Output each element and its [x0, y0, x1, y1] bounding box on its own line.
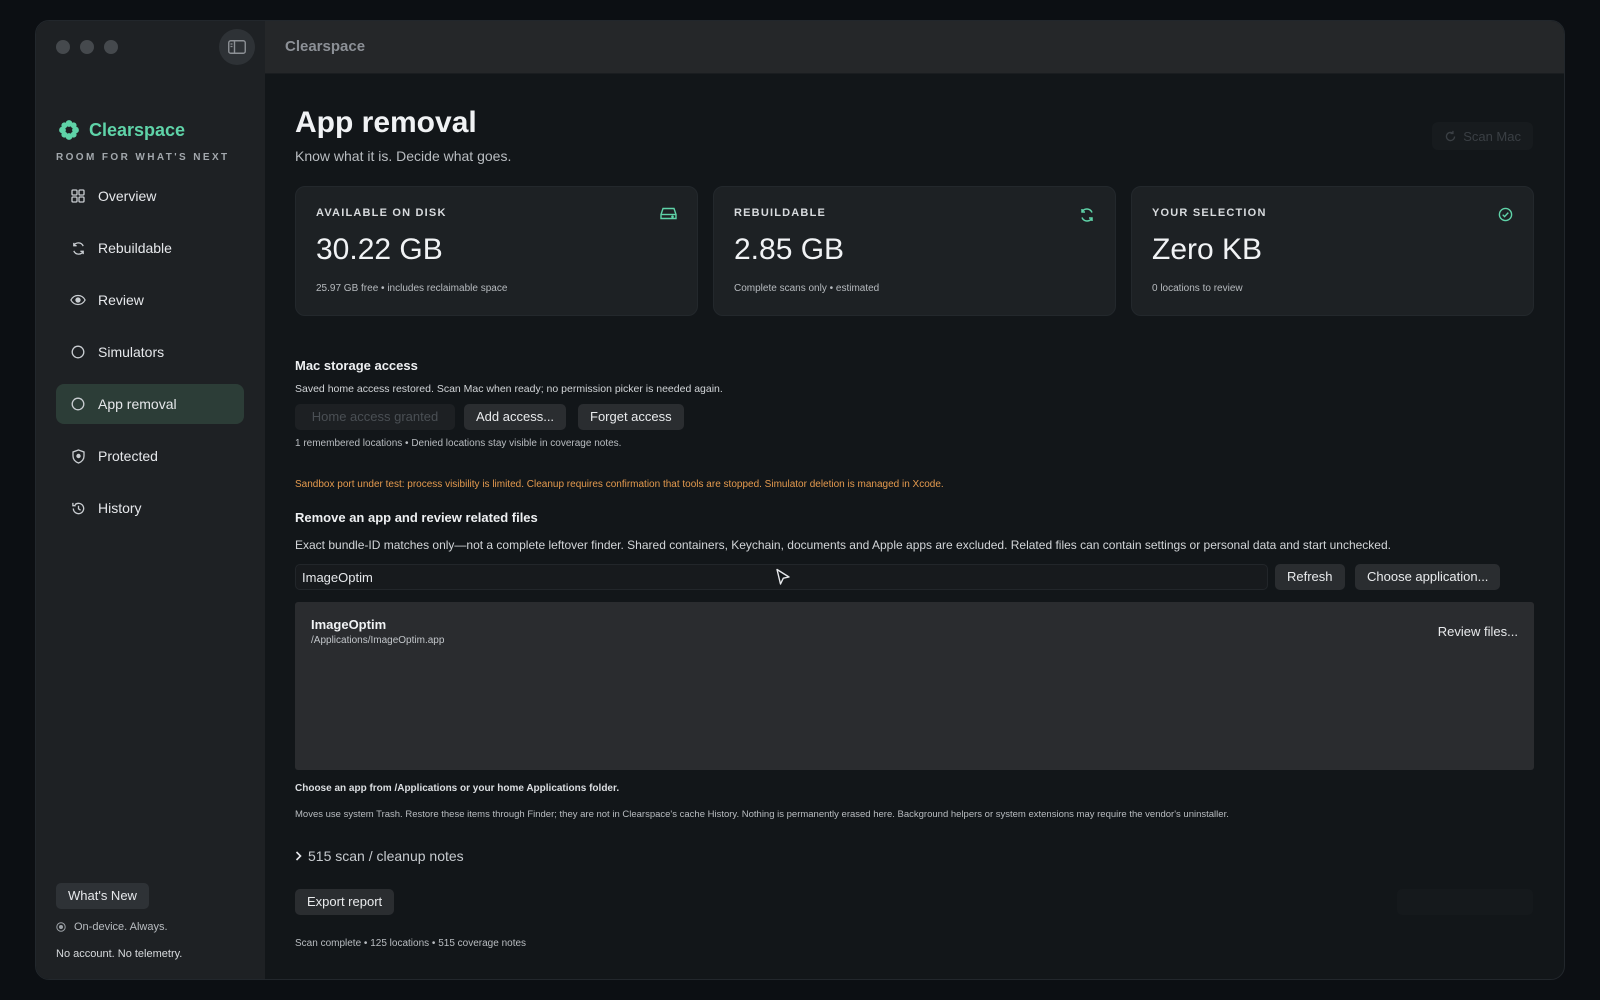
- drive-icon: [660, 207, 677, 225]
- choose-application-button[interactable]: Choose application...: [1355, 564, 1501, 590]
- selection-card: YOUR SELECTION Zero KB 0 locations to re…: [1131, 186, 1534, 316]
- refresh-icon: [1446, 130, 1456, 141]
- app-window: Clearspace ROOM FOR WHAT'S NEXT Overview: [35, 20, 1565, 980]
- app-path: /Applications/ImageOptim.app: [311, 635, 445, 646]
- no-account-note: No account. No telemetry.: [56, 948, 183, 960]
- rebuildable-card: REBUILDABLE 2.85 GB Complete scans only …: [713, 186, 1116, 316]
- card-label: AVAILABLE ON DISK: [316, 207, 447, 219]
- app-name: ImageOptim: [311, 617, 387, 632]
- window-title: Clearspace: [285, 38, 366, 55]
- shield-icon: [70, 448, 86, 464]
- trash-note: Moves use system Trash. Restore these it…: [295, 809, 1229, 820]
- sandbox-warning: Sandbox port under test: process visibil…: [295, 479, 944, 490]
- history-icon: [70, 500, 86, 516]
- available-disk-card: AVAILABLE ON DISK 30.22 GB 25.97 GB free…: [295, 186, 698, 316]
- brand: Clearspace: [58, 119, 185, 141]
- chevron-right-icon: [295, 851, 302, 861]
- card-label: YOUR SELECTION: [1152, 207, 1267, 219]
- sidebar-item-rebuildable[interactable]: Rebuildable: [56, 228, 244, 268]
- remove-app-title: Remove an app and review related files: [295, 510, 538, 525]
- eye-icon: [70, 292, 86, 308]
- add-access-button[interactable]: Add access...: [464, 404, 567, 430]
- refresh-icon: [70, 240, 86, 256]
- cleanup-notes-label: 515 scan / cleanup notes: [308, 848, 464, 864]
- sidebar-item-label: Protected: [98, 448, 158, 464]
- on-device-text: On-device. Always.: [74, 921, 168, 933]
- storage-access-title: Mac storage access: [295, 358, 418, 373]
- whats-new-button[interactable]: What's New: [56, 883, 149, 909]
- record-icon: [56, 922, 66, 932]
- flower-logo-icon: [59, 120, 79, 140]
- card-label: REBUILDABLE: [734, 207, 827, 219]
- circle-icon: [70, 344, 86, 360]
- sidebar-item-label: Simulators: [98, 344, 165, 360]
- selected-app-panel: ImageOptim /Applications/ImageOptim.app …: [295, 602, 1534, 770]
- zoom-window-button[interactable]: [104, 40, 118, 54]
- page-title: App removal: [295, 106, 477, 139]
- sidebar-icon: [228, 40, 246, 54]
- card-note: Complete scans only • estimated: [734, 283, 880, 294]
- home-access-granted-button[interactable]: Home access granted: [295, 404, 455, 430]
- card-note: 25.97 GB free • includes reclaimable spa…: [316, 283, 508, 294]
- export-report-button[interactable]: Export report: [295, 889, 395, 915]
- card-value: Zero KB: [1152, 233, 1263, 266]
- storage-access-description: Saved home access restored. Scan Mac whe…: [295, 383, 723, 395]
- card-value: 30.22 GB: [316, 233, 443, 266]
- sidebar-item-label: Overview: [98, 188, 157, 204]
- scan-mac-button[interactable]: Scan Mac: [1432, 122, 1533, 150]
- refresh-button[interactable]: Refresh: [1275, 564, 1345, 590]
- brand-tagline: ROOM FOR WHAT'S NEXT: [56, 152, 230, 163]
- window-controls: [56, 40, 118, 54]
- page-subtitle: Know what it is. Decide what goes.: [295, 148, 512, 164]
- title-bar: Clearspace: [265, 21, 1564, 74]
- circle-icon: [70, 396, 86, 412]
- brand-name: Clearspace: [89, 119, 186, 140]
- close-window-button[interactable]: [56, 40, 70, 54]
- sidebar-nav: Overview Rebuildable Review Simulators A…: [56, 176, 244, 540]
- on-device-note: On-device. Always.: [56, 921, 168, 933]
- sidebar-item-review[interactable]: Review: [56, 280, 244, 320]
- disabled-action-button[interactable]: [1397, 889, 1533, 915]
- check-circle-icon: [1498, 207, 1513, 227]
- scan-status: Scan complete • 125 locations • 515 cove…: [295, 938, 527, 949]
- grid-icon: [70, 188, 86, 204]
- pointer-cursor-icon: [776, 568, 790, 585]
- sidebar-item-simulators[interactable]: Simulators: [56, 332, 244, 372]
- card-value: 2.85 GB: [734, 233, 845, 266]
- card-note: 0 locations to review: [1152, 283, 1243, 294]
- forget-access-button[interactable]: Forget access: [578, 404, 684, 430]
- cleanup-notes-disclosure[interactable]: 515 scan / cleanup notes: [295, 848, 464, 864]
- sidebar-item-label: History: [98, 500, 142, 516]
- main-content: App removal Know what it is. Decide what…: [265, 74, 1564, 979]
- sidebar-item-overview[interactable]: Overview: [56, 176, 244, 216]
- stats-cards: AVAILABLE ON DISK 30.22 GB 25.97 GB free…: [295, 186, 1534, 316]
- sidebar-item-protected[interactable]: Protected: [56, 436, 244, 476]
- choose-app-hint: Choose an app from /Applications or your…: [295, 783, 620, 794]
- remembered-locations-note: 1 remembered locations • Denied location…: [295, 438, 622, 449]
- sidebar: Clearspace ROOM FOR WHAT'S NEXT Overview: [36, 21, 265, 979]
- sidebar-item-label: Rebuildable: [98, 240, 172, 256]
- remove-app-description: Exact bundle-ID matches only—not a compl…: [295, 538, 1391, 552]
- sidebar-item-label: App removal: [98, 396, 177, 412]
- review-files-button[interactable]: Review files...: [1438, 624, 1518, 639]
- scan-mac-label: Scan Mac: [1463, 128, 1521, 144]
- sidebar-toggle-button[interactable]: [219, 29, 255, 65]
- minimize-window-button[interactable]: [80, 40, 94, 54]
- sidebar-item-app-removal[interactable]: App removal: [56, 384, 244, 424]
- sidebar-item-history[interactable]: History: [56, 488, 244, 528]
- sidebar-item-label: Review: [98, 292, 144, 308]
- refresh-icon: [1079, 207, 1095, 228]
